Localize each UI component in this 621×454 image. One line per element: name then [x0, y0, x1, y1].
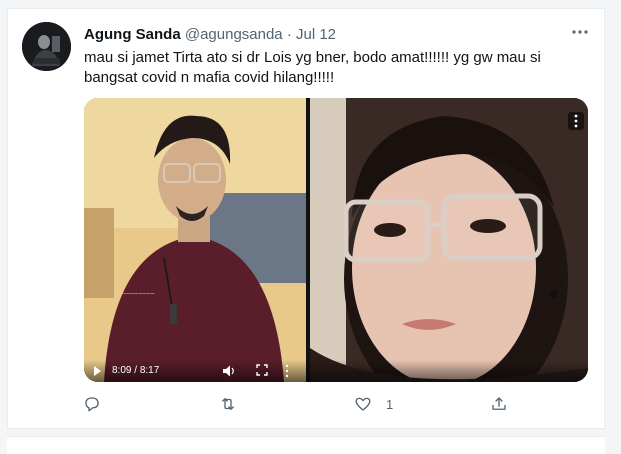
duration: 8:17	[139, 365, 160, 376]
tweet-header: Agung Sanda @agungsanda · Jul 12	[84, 26, 336, 44]
video-player[interactable]: ~~~~~~~~ 8:09 / 8:17	[84, 98, 588, 382]
retweet-button[interactable]	[219, 392, 237, 416]
author-handle[interactable]: @agungsanda	[185, 26, 283, 43]
time-separator: /	[131, 365, 140, 376]
share-button[interactable]	[490, 392, 508, 416]
reply-button[interactable]	[83, 392, 101, 416]
next-tweet-edge	[7, 436, 605, 454]
separator-dot: ·	[286, 26, 292, 43]
tweet-date[interactable]: Jul 12	[296, 26, 336, 43]
video-timestamp: 8:09 / 8:17	[112, 365, 159, 377]
like-button[interactable]: 1	[354, 392, 393, 416]
more-horizontal-icon[interactable]	[568, 22, 592, 42]
avatar[interactable]	[22, 22, 71, 71]
tweet-actions: 1	[0, 392, 621, 416]
heart-icon	[355, 397, 371, 411]
share-icon	[492, 397, 506, 410]
video-controls: 8:09 / 8:17	[84, 360, 588, 382]
author-name[interactable]: Agung Sanda	[84, 26, 181, 43]
fullscreen-icon[interactable]	[256, 364, 268, 376]
retweet-icon	[222, 398, 234, 410]
svg-text:~~~~~~~~: ~~~~~~~~	[122, 291, 155, 298]
reply-icon	[85, 397, 99, 412]
video-more-icon[interactable]	[568, 112, 584, 130]
volume-icon[interactable]	[222, 364, 236, 378]
video-frame: ~~~~~~~~	[84, 98, 588, 382]
controls-more-icon[interactable]	[284, 363, 290, 379]
play-icon[interactable]	[94, 366, 101, 376]
like-count: 1	[386, 396, 394, 412]
tweet-text: mau si jamet Tirta ato si dr Lois yg bne…	[84, 49, 541, 86]
current-time: 8:09	[112, 365, 132, 376]
